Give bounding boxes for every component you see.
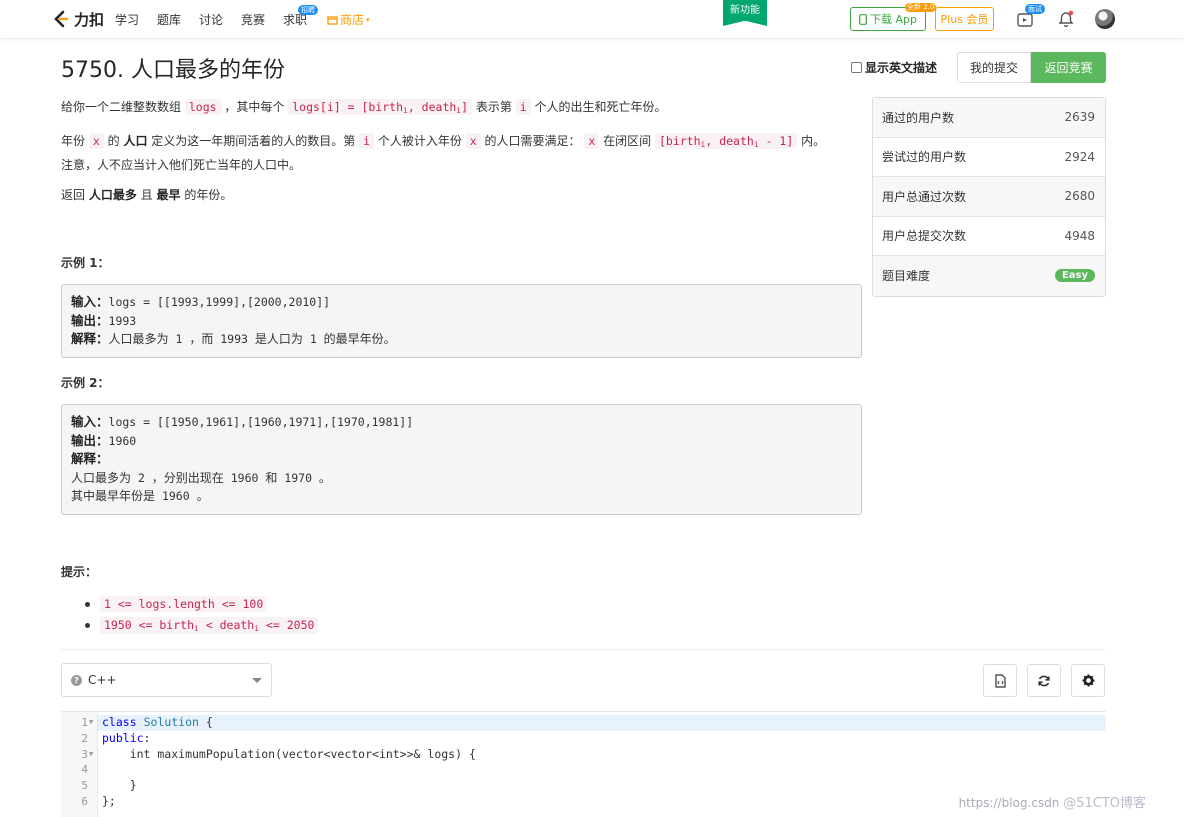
chevron-down-icon	[252, 678, 262, 683]
jobs-badge: 招聘	[298, 5, 318, 15]
divider	[61, 649, 1106, 650]
code-line: }	[102, 778, 137, 792]
file-code-icon	[995, 673, 1006, 688]
line-number: 2	[81, 732, 88, 745]
fold-arrow-icon[interactable]: ▼	[89, 718, 93, 726]
back-to-contest-button[interactable]: 返回竞赛	[1031, 52, 1106, 83]
bullet	[85, 623, 90, 628]
code-line: };	[102, 794, 116, 808]
description-paragraph-2: 年份 x 的 人口 定义为这一年期间活着的人的数目。第 i 个人被计入年份 x …	[61, 133, 826, 172]
example-1-title: 示例 1：	[61, 256, 110, 270]
notification-bell-icon[interactable]	[1056, 9, 1076, 29]
top-nav: 力扣 学习 题库 讨论 竞赛 求职 招聘 商店 ▾ 新功能 下载 App 全新 …	[0, 0, 1184, 39]
settings-button[interactable]	[1071, 664, 1105, 697]
stat-row-accepted-users: 通过的用户数 2639	[873, 98, 1105, 138]
nav-problems[interactable]: 题库	[157, 11, 181, 28]
hints-title: 提示：	[61, 565, 98, 579]
reset-code-button[interactable]	[1027, 664, 1061, 697]
fold-arrow-icon[interactable]: ▼	[89, 750, 93, 758]
stat-row-total-submissions: 用户总提交次数 4948	[873, 216, 1105, 256]
language-select[interactable]: ? C++	[61, 663, 272, 697]
example-2-block: 输入：logs = [[1950,1961],[1960,1971],[1970…	[61, 404, 862, 515]
show-english-checkbox[interactable]	[851, 62, 862, 73]
line-number: 6	[81, 795, 88, 808]
logo[interactable]: 力扣	[52, 9, 104, 30]
show-english-label: 显示英文描述	[865, 61, 938, 75]
interview-badge: 面试	[1025, 4, 1045, 14]
chevron-down-icon: ▾	[366, 15, 370, 24]
hint-item: 1950 <= birthi < deathi <= 2050	[85, 617, 319, 634]
description-paragraph-3: 返回 人口最多 且 最早 的年份。	[61, 188, 233, 202]
download-app-badge: 全新 2.0	[905, 3, 937, 12]
active-line-highlight	[98, 715, 1106, 731]
line-number: 4	[81, 763, 88, 776]
example-2-title: 示例 2：	[61, 376, 110, 390]
line-number: 5	[81, 779, 88, 792]
code-line: class Solution {	[102, 715, 213, 729]
show-english-toggle[interactable]: 显示英文描述	[851, 59, 937, 76]
stat-row-total-accepted: 用户总通过次数 2680	[873, 177, 1105, 217]
code-line: public:	[102, 731, 151, 745]
my-submissions-button[interactable]: 我的提交	[957, 52, 1031, 83]
leetcode-logo-icon	[54, 10, 69, 27]
new-feature-ribbon[interactable]: 新功能	[723, 0, 767, 26]
avatar[interactable]	[1095, 9, 1115, 29]
code-line: int maximumPopulation(vector<vector<int>…	[102, 747, 476, 761]
download-app-label: 下载 App	[870, 13, 917, 26]
nav-learn[interactable]: 学习	[115, 11, 139, 28]
import-file-button[interactable]	[983, 664, 1017, 697]
nav-contest[interactable]: 竞赛	[241, 11, 265, 28]
page-title: 5750. 人口最多的年份	[61, 58, 285, 83]
stats-panel: 通过的用户数 2639 尝试过的用户数 2924 用户总通过次数 2680 用户总提交…	[872, 97, 1106, 297]
nav-discuss[interactable]: 讨论	[199, 11, 223, 28]
watermark: https://blog.csdn @51CTO博客	[958, 796, 1146, 811]
language-value: C++	[88, 673, 117, 687]
code-editor[interactable]: 1 ▼ 2 3 ▼ 4 5 6 class Solution { public:…	[61, 711, 1106, 817]
nav-shop-label: 商店	[340, 13, 365, 27]
stat-row-difficulty: 题目难度 Easy	[873, 256, 1105, 296]
gear-icon	[1081, 674, 1095, 687]
difficulty-badge: Easy	[1054, 269, 1095, 283]
nav-shop[interactable]: 商店 ▾	[327, 11, 370, 28]
logo-text: 力扣	[74, 11, 105, 29]
example-1-block: 输入：logs = [[1993,1999],[2000,2010]] 输出：1…	[61, 284, 862, 358]
help-icon: ?	[71, 674, 82, 686]
stat-row-attempted-users: 尝试过的用户数 2924	[873, 137, 1105, 177]
shop-icon	[327, 15, 338, 25]
bullet	[85, 601, 90, 607]
plus-membership-button[interactable]: Plus 会员	[935, 7, 994, 31]
phone-icon	[859, 13, 867, 25]
hint-item: 1 <= logs.length <= 100	[85, 596, 268, 612]
refresh-icon	[1038, 675, 1050, 686]
description-paragraph-1: 给你一个二维整数数组 logs ，其中每个 logs[i] = [birthi,…	[61, 99, 667, 115]
